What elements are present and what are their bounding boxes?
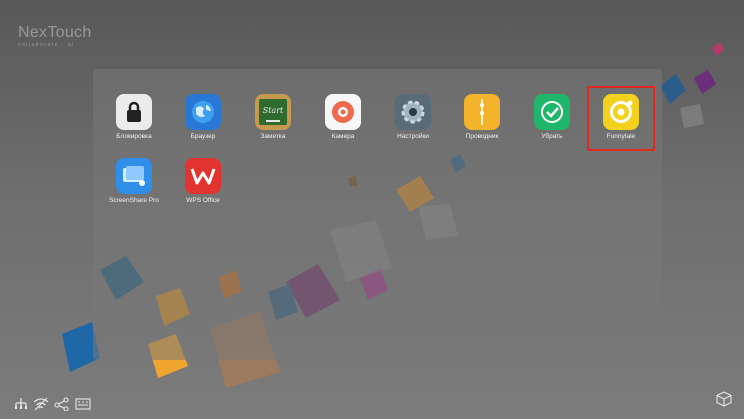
app-label: Заметка [260, 133, 286, 140]
wps-icon [185, 158, 221, 194]
app-label: Блокировка [116, 133, 152, 140]
folder-icon [464, 94, 500, 130]
svg-text:Start: Start [263, 106, 284, 115]
app-label: Настройки [397, 133, 429, 140]
app-cleanup[interactable]: Убрать [522, 94, 582, 140]
app-label: Камера [331, 133, 355, 140]
app-label: WPS Office [186, 197, 220, 204]
network-icon[interactable] [14, 397, 28, 413]
selection-highlight [587, 86, 655, 151]
app-browser[interactable]: Браузер [173, 94, 233, 140]
camera-icon [325, 94, 361, 130]
brand-logo: NexTouch collaborate · ai [18, 24, 92, 48]
app-notes[interactable]: Start Заметка [243, 94, 303, 140]
screenshare-icon [116, 158, 152, 194]
app-screenshare-pro[interactable]: ScreenShare Pro [104, 158, 164, 204]
app-label: Браузер [190, 133, 216, 140]
app-wps-office[interactable]: WPS Office [173, 158, 233, 204]
app-camera[interactable]: Камера [313, 94, 373, 140]
brand-tagline: collaborate · ai [18, 42, 75, 48]
cube-icon[interactable] [716, 391, 732, 412]
chalkboard-icon: Start [255, 94, 291, 130]
app-lock[interactable]: Блокировка [104, 94, 164, 140]
brand-name: NexTouch [18, 24, 92, 41]
wifi-off-icon[interactable] [33, 397, 49, 413]
system-tray [14, 397, 91, 413]
keyboard-icon[interactable] [75, 398, 91, 412]
lock-icon [116, 94, 152, 130]
globe-icon [185, 94, 221, 130]
gear-icon [395, 94, 431, 130]
app-label: Проводник [465, 133, 499, 140]
share-icon[interactable] [54, 397, 70, 413]
app-settings[interactable]: Настройки [383, 94, 443, 140]
app-label: ScreenShare Pro [109, 197, 159, 204]
checkmark-icon [534, 94, 570, 130]
app-file-manager[interactable]: Проводник [452, 94, 512, 140]
app-label: Убрать [541, 133, 563, 140]
